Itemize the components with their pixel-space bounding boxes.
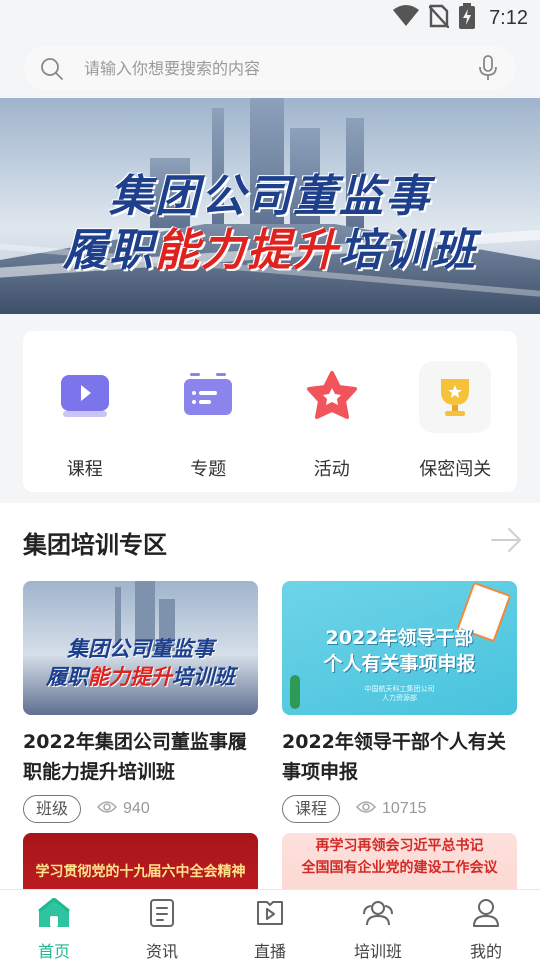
search-input[interactable] xyxy=(84,52,464,84)
no-sim-icon xyxy=(428,4,450,32)
course-card[interactable]: 2022年领导干部 个人有关事项申报 中国航天科工集团公司 人力资源部 2022… xyxy=(282,581,517,823)
quick-link-label: 专题 xyxy=(190,459,227,480)
thumbnail-title-line1: 再学习再领会习近平总书记 xyxy=(315,838,484,854)
course-type-tag: 班级 xyxy=(23,795,82,823)
banner-title-part: 培训班 xyxy=(339,225,477,276)
thumbnail-title: 学习贯彻党的十九届六中全会精神 xyxy=(35,864,246,880)
quick-links-card: 课程 专题 活动 保密闯关 xyxy=(23,331,517,492)
quick-link-activity[interactable]: 活动 xyxy=(270,331,394,492)
banner-title: 集团公司董监事 履职能力提升培训班 xyxy=(30,170,510,278)
search-box[interactable] xyxy=(24,46,516,90)
course-meta: 班级 940 xyxy=(23,795,258,823)
quick-link-secrecy-challenge[interactable]: 保密闯关 xyxy=(394,331,518,492)
eye-icon xyxy=(96,800,118,819)
arrow-right-icon[interactable] xyxy=(490,527,522,557)
thumbnail-title-line2: 全国国有企业党的建设工作会议 xyxy=(301,860,498,876)
wifi-icon xyxy=(393,5,420,31)
course-type-tag: 课程 xyxy=(282,795,341,823)
course-title: 2022年集团公司董监事履职能力提升培训班 xyxy=(23,731,247,783)
profile-icon xyxy=(471,898,501,932)
search-bar xyxy=(0,38,540,98)
thumbnail-title-line2: 履职能力提升培训班 xyxy=(23,663,258,691)
banner-title-line1: 集团公司董监事 xyxy=(109,171,431,222)
quick-link-label: 保密闯关 xyxy=(419,459,492,480)
course-thumbnail: 学习贯彻党的十九届六中全会精神 xyxy=(23,833,258,889)
quick-link-label: 活动 xyxy=(313,459,350,480)
thumbnail-title-line1: 2022年领导干部 xyxy=(325,627,474,649)
status-bar: 7:12 xyxy=(0,0,540,38)
view-count-value: 940 xyxy=(123,800,150,817)
search-icon xyxy=(40,57,64,85)
bottom-navigation: 首页 资讯 直播 培训班 我的 xyxy=(0,889,540,960)
view-count-value: 10715 xyxy=(382,800,427,817)
thumbnail-title-line1: 集团公司董监事 xyxy=(67,637,214,661)
section-title: 集团培训专区 xyxy=(23,531,167,559)
status-time: 7:12 xyxy=(489,6,528,29)
promo-banner[interactable]: 集团公司董监事 履职能力提升培训班 xyxy=(0,98,540,314)
banner-title-part: 履职 xyxy=(63,225,155,276)
course-thumbnail: 集团公司董监事 履职能力提升培训班 xyxy=(23,581,258,715)
course-thumbnail: 再学习再领会习近平总书记 全国国有企业党的建设工作会议 xyxy=(282,833,517,889)
microphone-icon[interactable] xyxy=(478,55,498,85)
status-icons: 7:12 xyxy=(393,3,528,33)
training-section: 集团培训专区 集团公司董监事 履职能力提升培训班 2022年集团公司董监事履职能… xyxy=(0,503,540,889)
topic-list-icon xyxy=(172,361,244,433)
banner-title-line2: 履职能力提升培训班 xyxy=(30,224,510,278)
video-icon xyxy=(49,361,121,433)
star-badge-icon xyxy=(296,361,368,433)
view-count: 940 xyxy=(96,800,150,819)
nav-live[interactable]: 直播 xyxy=(216,890,324,960)
thumbnail-title-line2: 个人有关事项申报 xyxy=(323,653,476,675)
nav-news[interactable]: 资讯 xyxy=(108,890,216,960)
eye-icon xyxy=(355,800,377,819)
course-card[interactable]: 再学习再领会习近平总书记 全国国有企业党的建设工作会议 xyxy=(282,833,517,889)
nav-training-class[interactable]: 培训班 xyxy=(324,890,432,960)
course-card[interactable]: 学习贯彻党的十九届六中全会精神 xyxy=(23,833,258,889)
nav-profile[interactable]: 我的 xyxy=(432,890,540,960)
battery-charging-icon xyxy=(459,3,476,33)
live-icon xyxy=(255,898,285,932)
nav-label: 首页 xyxy=(37,942,70,960)
thumbnail-title-highlight: 能力提升 xyxy=(88,665,172,689)
course-title: 2022年领导干部个人有关事项申报 xyxy=(282,731,506,783)
nav-home[interactable]: 首页 xyxy=(0,890,108,960)
nav-label: 我的 xyxy=(469,942,502,960)
trophy-icon xyxy=(419,361,492,433)
training-class-icon xyxy=(362,898,394,932)
nav-label: 直播 xyxy=(253,942,286,960)
thumbnail-title-part: 履职 xyxy=(46,665,88,689)
banner-title-highlight: 能力提升 xyxy=(155,225,339,276)
thumbnail-caption: 中国航天科工集团公司 人力资源部 xyxy=(364,685,435,702)
quick-link-topic[interactable]: 专题 xyxy=(147,331,271,492)
home-icon xyxy=(37,897,71,932)
nav-label: 资讯 xyxy=(145,942,178,960)
quick-link-label: 课程 xyxy=(66,459,103,480)
course-card[interactable]: 集团公司董监事 履职能力提升培训班 2022年集团公司董监事履职能力提升培训班 … xyxy=(23,581,258,823)
course-meta: 课程 10715 xyxy=(282,795,517,823)
news-icon xyxy=(147,898,177,932)
quick-link-course[interactable]: 课程 xyxy=(23,331,147,492)
thumbnail-title-part: 培训班 xyxy=(172,665,235,689)
nav-label: 培训班 xyxy=(353,942,402,960)
view-count: 10715 xyxy=(355,800,427,819)
course-thumbnail: 2022年领导干部 个人有关事项申报 中国航天科工集团公司 人力资源部 xyxy=(282,581,517,715)
